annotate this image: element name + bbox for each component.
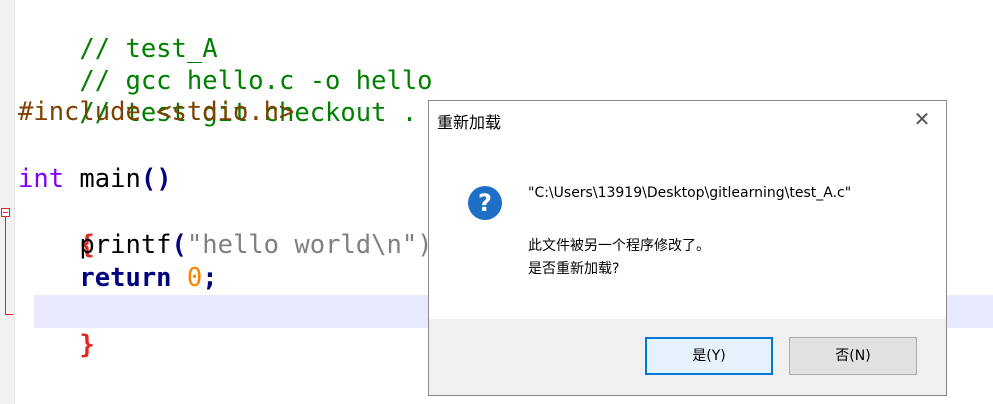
fold-end-marker bbox=[5, 314, 13, 315]
paren: ( bbox=[171, 230, 187, 260]
code-line-7: { bbox=[18, 196, 94, 260]
no-button[interactable]: 否(N) bbox=[789, 337, 917, 375]
file-path-text: "C:\Users\13919\Desktop\gitlearning\test… bbox=[528, 185, 852, 201]
code-line-10: } bbox=[18, 296, 94, 360]
code-line-4: #include <stdio.h> bbox=[18, 96, 294, 129]
code-line-2: // gcc hello.c -o hello bbox=[18, 32, 432, 96]
function-call: printf bbox=[79, 230, 172, 260]
string-literal: "hello world\n"); bbox=[186, 230, 448, 260]
fold-margin bbox=[0, 0, 15, 404]
close-brace: } bbox=[79, 330, 95, 360]
code-line-6: int main() bbox=[18, 163, 172, 196]
prompt-text: 是否重新加载? bbox=[528, 261, 620, 277]
preprocessor-directive: #include bbox=[18, 97, 141, 127]
message-text: 此文件被另一个程序修改了。 bbox=[528, 238, 710, 254]
dialog-title: 重新加载 bbox=[437, 113, 502, 132]
close-icon[interactable]: ✕ bbox=[908, 105, 936, 133]
reload-dialog: 重新加载 ✕ ? "C:\Users\13919\Desktop\gitlear… bbox=[428, 100, 947, 396]
type-keyword: int bbox=[18, 164, 65, 194]
code-line-9: return 0; bbox=[18, 262, 218, 295]
code-line-8: printf("hello world\n"); bbox=[18, 229, 448, 262]
include-header: <stdio.h> bbox=[156, 97, 295, 127]
code-line-1: // test_A bbox=[18, 0, 217, 64]
dialog-button-bar: 是(Y) 否(N) bbox=[429, 319, 946, 395]
function-name: main bbox=[79, 164, 141, 194]
fold-range-line bbox=[5, 217, 6, 315]
number-literal: 0 bbox=[186, 263, 203, 293]
code-line-3: // test git checkout . bbox=[18, 64, 417, 128]
return-keyword: return bbox=[79, 263, 172, 293]
question-icon: ? bbox=[468, 186, 502, 220]
semicolon: ; bbox=[202, 263, 218, 293]
parens: () bbox=[140, 164, 172, 194]
fold-collapse-icon[interactable] bbox=[1, 208, 10, 217]
yes-button[interactable]: 是(Y) bbox=[645, 337, 773, 375]
